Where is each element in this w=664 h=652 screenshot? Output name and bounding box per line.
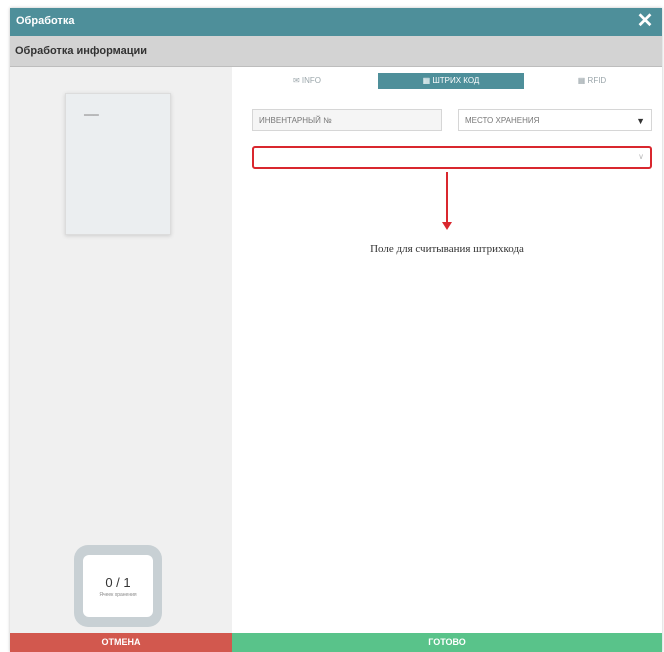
left-panel: ═══ 0 / 1 Ячеек хранения	[10, 67, 232, 633]
barcode-input[interactable]: ∨	[252, 146, 652, 169]
tab-bar: ✉ INFO ▦ ШТРИХ КОД ▦ RFID	[232, 73, 662, 89]
processing-window: Обработка ✕ Обработка информации ═══ 0 /…	[10, 8, 662, 652]
tab-rfid[interactable]: ▦ RFID	[532, 73, 652, 89]
storage-counter-value: 0 / 1	[105, 575, 131, 590]
annotation-text: Поле для считывания штрихкода	[370, 243, 524, 255]
tab-barcode[interactable]: ▦ ШТРИХ КОД	[378, 73, 524, 89]
title-bar: Обработка ✕	[10, 8, 662, 36]
barcode-hint-icon: ∨	[638, 152, 644, 161]
storage-location-value: МЕСТО ХРАНЕНИЯ	[465, 116, 540, 125]
close-icon[interactable]: ✕	[634, 10, 656, 32]
done-button[interactable]: ГОТОВО	[232, 633, 662, 652]
footer: ОТМЕНА ГОТОВО	[10, 633, 662, 652]
main-panel: ✉ INFO ▦ ШТРИХ КОД ▦ RFID ИНВЕНТАРНЫЙ № …	[232, 67, 662, 633]
window-title: Обработка	[16, 15, 75, 27]
storage-counter-inner: 0 / 1 Ячеек хранения	[83, 555, 153, 617]
cancel-button[interactable]: ОТМЕНА	[10, 633, 232, 652]
section-title: Обработка информации	[15, 45, 148, 57]
storage-location-select[interactable]: МЕСТО ХРАНЕНИЯ ▼	[458, 109, 652, 131]
tab-info[interactable]: ✉ INFO	[247, 73, 367, 89]
chevron-down-icon[interactable]: ▼	[636, 110, 645, 132]
storage-counter: 0 / 1 Ячеек хранения	[74, 545, 162, 627]
section-header: Обработка информации	[10, 36, 662, 67]
document-card-label: ═══	[84, 112, 99, 119]
annotation-arrow-line	[446, 172, 448, 224]
storage-counter-caption: Ячеек хранения	[99, 592, 137, 598]
document-card[interactable]: ═══	[65, 93, 171, 235]
annotation-arrow-head	[442, 222, 452, 230]
inventory-number-field[interactable]: ИНВЕНТАРНЫЙ №	[252, 109, 442, 131]
